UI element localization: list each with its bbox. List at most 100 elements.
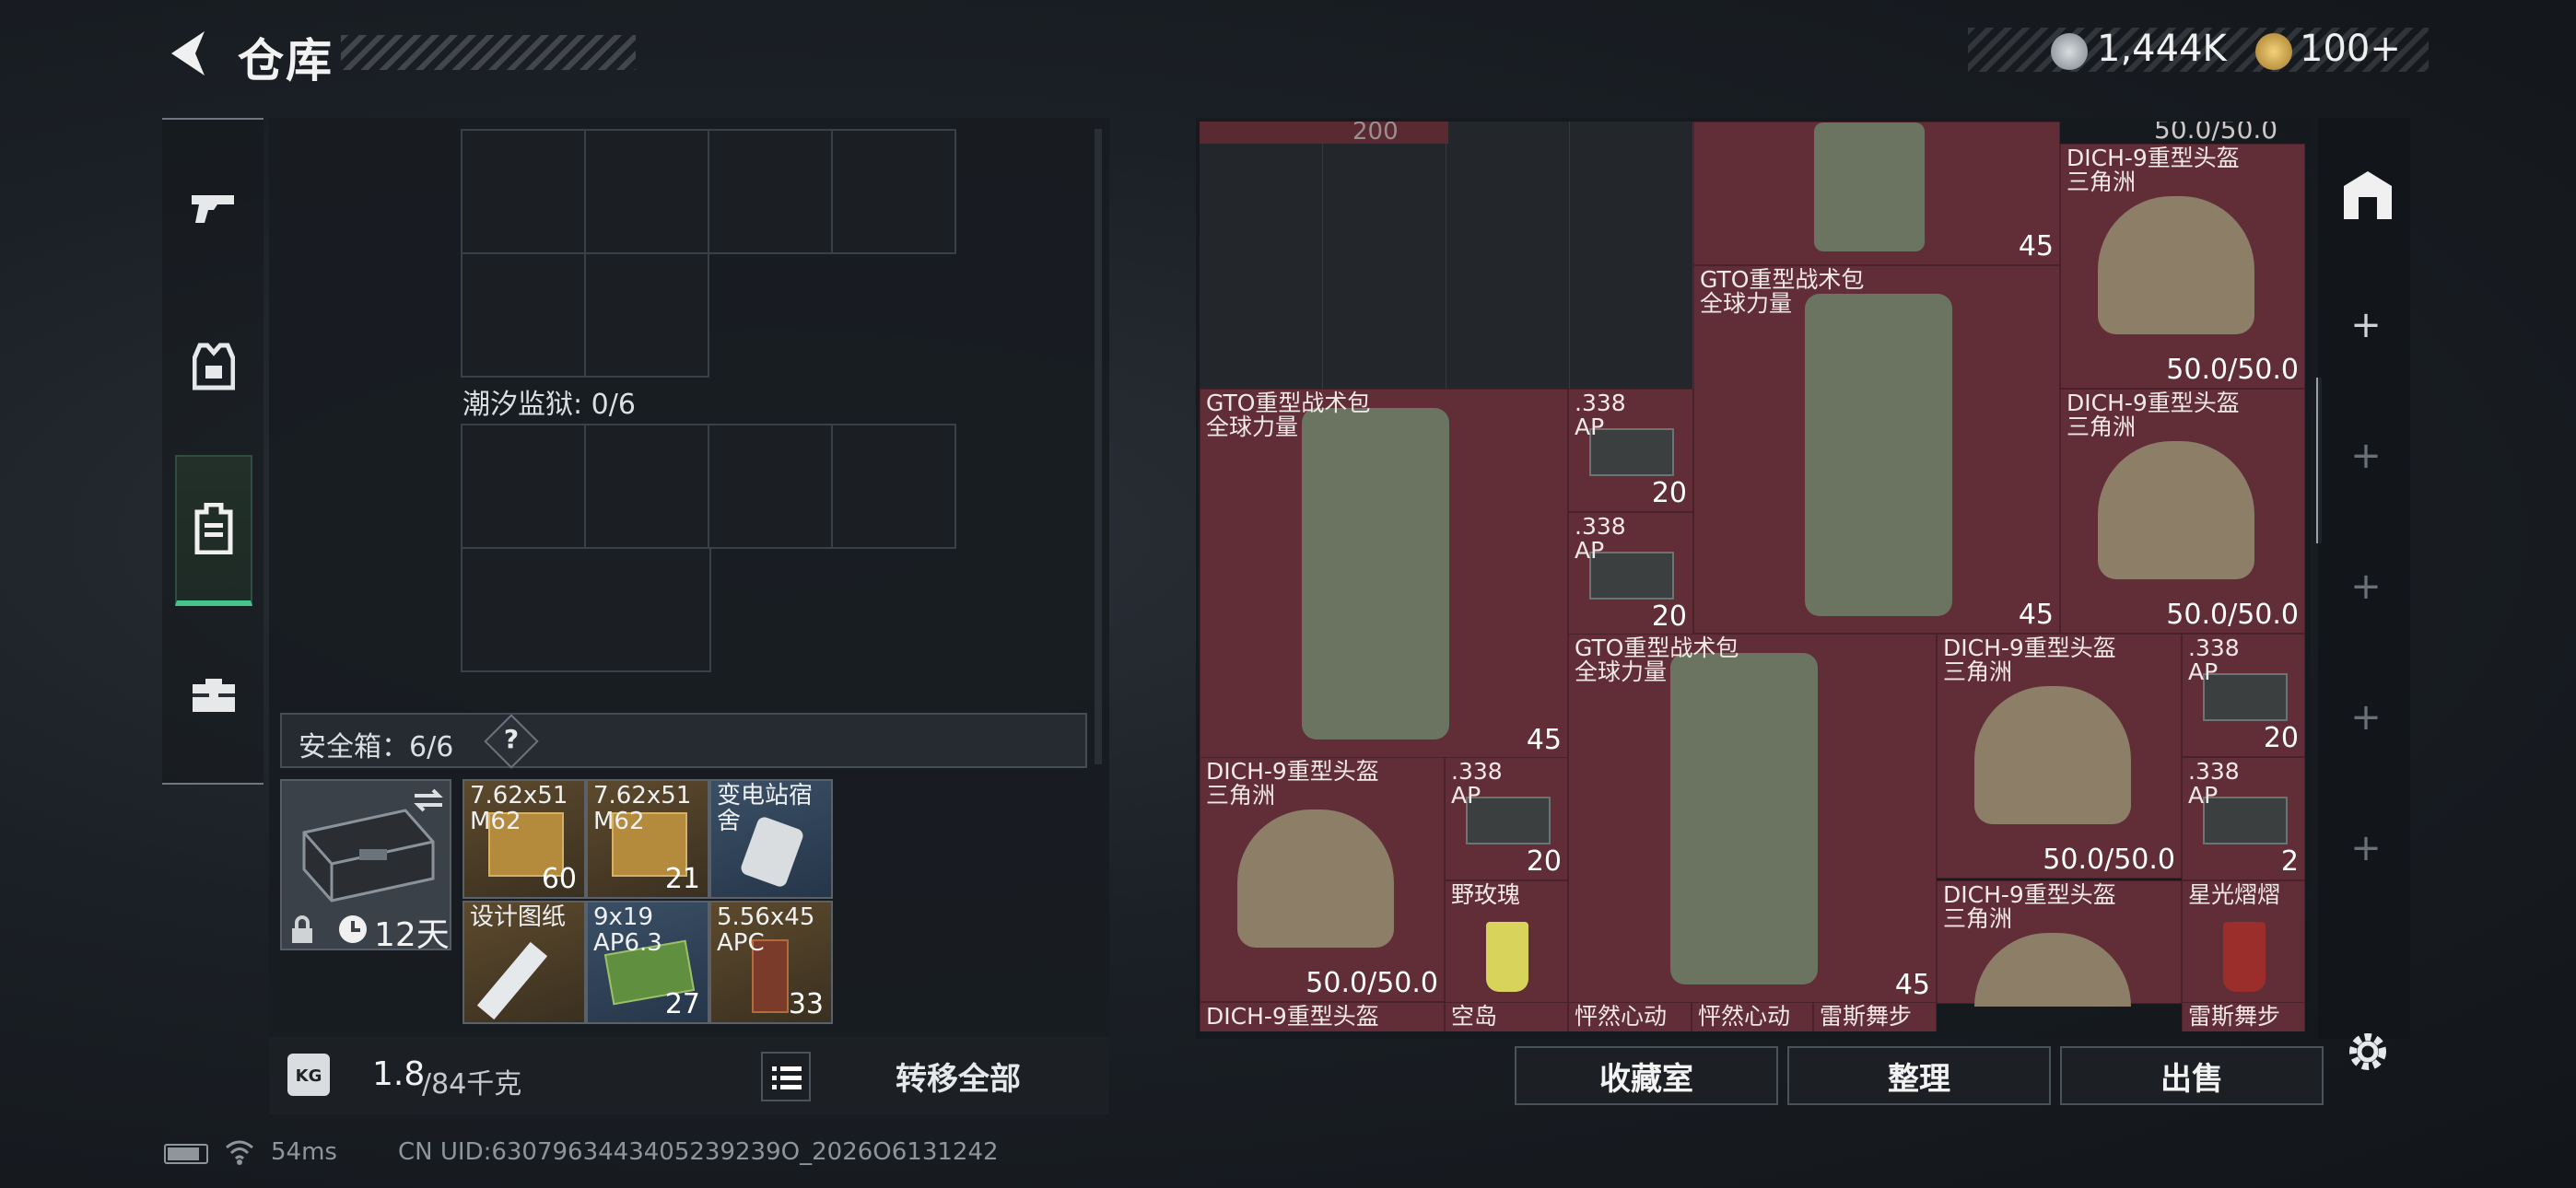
safe-item[interactable]: 7.62x51 M62 60 [463, 779, 586, 899]
item-qty: 20 [1526, 845, 1562, 878]
swap-icon[interactable] [411, 786, 446, 814]
back-arrow-icon[interactable] [162, 26, 217, 81]
item-name: DICH-9重型头盔 三角洲 [2067, 390, 2240, 440]
item-name: .338 AP [2188, 758, 2240, 809]
title-decor [341, 35, 636, 70]
container-slot[interactable] [584, 424, 709, 549]
item-name: 9x19 AP6.3 [593, 903, 662, 957]
vest-icon [193, 343, 235, 390]
container-slot[interactable] [461, 424, 586, 549]
clock-icon [339, 915, 367, 943]
item-name: DICH-9重型头盔 三角洲 [1943, 635, 2116, 685]
cocktail-icon [1486, 922, 1528, 992]
item-name: 怦然心动 [1575, 1003, 1668, 1030]
stash-item-ammo[interactable]: .338 AP 20 [1568, 512, 1693, 635]
safe-case-slot[interactable]: 12天 [280, 779, 451, 954]
stash-item-partial[interactable]: 雷斯舞步 [1813, 1002, 1937, 1031]
container-slot[interactable] [584, 129, 709, 254]
item-name: DICH-9重型头盔 [1206, 1003, 1379, 1030]
silver-amount: 1,444K [2097, 28, 2227, 70]
container-slot[interactable] [831, 424, 956, 549]
stash-item-backpack[interactable]: 45 [1693, 122, 2060, 265]
add-tab-button[interactable]: + [2348, 696, 2384, 739]
backpack-icon [1670, 653, 1818, 984]
add-tab-button[interactable]: + [2348, 304, 2384, 346]
battery-icon [164, 1144, 208, 1164]
add-tab-button[interactable]: + [2348, 435, 2384, 477]
item-name: .338 AP [1575, 390, 1626, 440]
weight-icon: KG [287, 1054, 330, 1096]
gear-icon[interactable] [2344, 1028, 2392, 1076]
stash-item-ammo[interactable]: .338 AP 20 [1568, 389, 1693, 512]
safe-case-icon [302, 809, 435, 903]
safe-item[interactable]: 设计图纸 [463, 901, 586, 1024]
sort-button[interactable]: 整理 [1787, 1046, 2051, 1105]
tab-armor[interactable] [175, 328, 252, 405]
stash-item-helmet[interactable]: DICH-9重型头盔 三角洲 50.0/50.0 [1937, 634, 2182, 879]
safe-item[interactable]: 7.62x51 M62 21 [586, 779, 709, 899]
page-title: 仓库 [238, 34, 334, 87]
tab-case[interactable] [175, 656, 252, 733]
backpack-icon [1814, 122, 1925, 251]
stash-home-icon[interactable] [2340, 169, 2395, 221]
item-name: 7.62x51 M62 [470, 782, 568, 835]
safe-item[interactable]: 9x19 AP6.3 27 [586, 901, 709, 1024]
stash-item-helmet[interactable]: DICH-9重型头盔 三角洲 50.0/50.0 [2060, 389, 2305, 634]
vault-button[interactable]: 收藏室 [1515, 1046, 1778, 1105]
stash-item-helmet[interactable]: DICH-9重型头盔 三角洲 50.0/50.0 [1200, 757, 1445, 1002]
add-tab-button[interactable]: + [2348, 827, 2384, 869]
item-name: 怦然心动 [1698, 1003, 1791, 1030]
stash-item-helmet[interactable]: DICH-9重型头盔 三角洲 50.0/50.0 [2060, 144, 2305, 389]
toolbox-icon [193, 679, 235, 712]
stash-item-partial[interactable]: 空岛 [1445, 1002, 1568, 1031]
helmet-icon [1974, 686, 2131, 824]
stash-item-ammo[interactable]: .338 AP 20 [1445, 757, 1568, 880]
stash-item-ammo[interactable]: .338 AP 2 [2182, 757, 2305, 880]
wifi-icon [226, 1140, 253, 1165]
tab-backpack[interactable] [175, 455, 252, 606]
stash-item-ammo[interactable]: .338 AP 20 [2182, 634, 2305, 757]
container-slot[interactable] [708, 424, 833, 549]
helmet-icon [1237, 809, 1394, 948]
safe-item[interactable]: 变电站宿舍 [709, 779, 833, 899]
item-name: .338 AP [1451, 758, 1503, 809]
stash-item-drink[interactable]: 野玫瑰 [1445, 880, 1568, 1004]
cocktail-icon [2223, 922, 2266, 992]
container-slot[interactable] [584, 252, 709, 378]
stash-item-partial[interactable]: 雷斯舞步 [2182, 1002, 2305, 1031]
partial-durability: 50.0/50.0 [2154, 122, 2278, 145]
container-slot[interactable] [461, 252, 586, 378]
container-slot[interactable] [461, 129, 586, 254]
stash-item-partial[interactable]: 怦然心动 [1692, 1002, 1813, 1031]
item-name: 7.62x51 M62 [593, 782, 692, 835]
container-slot[interactable] [461, 547, 711, 672]
container-slot[interactable] [831, 129, 956, 254]
list-view-button[interactable] [761, 1052, 811, 1101]
container-slot[interactable] [708, 129, 833, 254]
item-name: GTO重型战术包 全球力量 [1206, 390, 1371, 440]
item-durability: 50.0/50.0 [2166, 354, 2299, 386]
stash-item-drink[interactable]: 星光熠熠 [2182, 880, 2305, 1004]
stash-item-backpack[interactable]: GTO重型战术包 全球力量 45 [1568, 634, 1937, 1031]
stash-item-partial[interactable]: DICH-9重型头盔 [1200, 1002, 1445, 1031]
item-qty: 20 [1651, 477, 1687, 509]
tab-weapon[interactable] [175, 169, 252, 247]
silver-coin-icon [2051, 33, 2088, 70]
item-name: 变电站宿舍 [717, 782, 814, 835]
item-qty: 21 [664, 863, 700, 895]
backpack-icon [1302, 408, 1449, 740]
transfer-all-button[interactable]: 转移全部 [829, 1044, 1087, 1107]
stash-item-helmet[interactable]: DICH-9重型头盔 三角洲 [1937, 880, 2182, 1007]
weight-unit: /84千克 [422, 1068, 522, 1101]
item-qty: 33 [788, 988, 824, 1020]
safe-days: 12天 [374, 916, 450, 954]
stash-item-partial[interactable]: 怦然心动 [1568, 1002, 1692, 1031]
item-name: .338 AP [1575, 513, 1626, 564]
stash-grid: 200 50.0/50.0 45 DICH-9重型头盔 三角洲 50.0/50.… [1200, 122, 2305, 1031]
stash-item-backpack[interactable]: GTO重型战术包 全球力量 45 [1693, 265, 2060, 634]
item-qty: 45 [2018, 599, 2054, 631]
add-tab-button[interactable]: + [2348, 565, 2384, 608]
sell-button[interactable]: 出售 [2060, 1046, 2324, 1105]
item-durability: 50.0/50.0 [2166, 599, 2299, 631]
safe-item[interactable]: 5.56x45 APC 33 [709, 901, 833, 1024]
